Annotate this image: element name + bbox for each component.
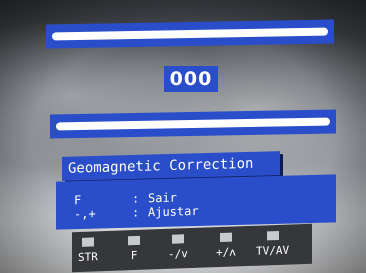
- str-button-icon: [81, 237, 94, 247]
- bottom-progress-bar: [50, 109, 336, 139]
- button-bar: STR F -/v +/ʌ TV/AV: [72, 223, 312, 273]
- minus-down-button-label: -/v: [168, 247, 188, 261]
- correction-value: 000: [164, 66, 218, 92]
- tv-av-button[interactable]: TV/AV: [256, 230, 290, 258]
- top-progress-bar: [46, 19, 334, 49]
- menu-title-text: Geomagnetic Correction: [68, 155, 254, 177]
- bottom-progress-fill: [56, 117, 330, 131]
- str-button[interactable]: STR: [78, 237, 98, 264]
- f-button-label: F: [130, 248, 138, 263]
- tv-av-button-label: TV/AV: [256, 243, 290, 258]
- info-separator: :: [132, 205, 140, 220]
- f-button[interactable]: F: [128, 235, 140, 263]
- info-key: F: [74, 193, 82, 208]
- info-row-adjust: -,+ : Ajustar: [74, 204, 199, 221]
- str-button-label: STR: [78, 250, 98, 264]
- tv-av-button-icon: [266, 230, 279, 241]
- info-action: Sair: [148, 190, 177, 206]
- top-progress-fill: [52, 27, 328, 41]
- plus-up-button-icon: [219, 232, 232, 243]
- info-panel: F : Sair -,+ : Ajustar: [56, 174, 336, 230]
- plus-up-button[interactable]: +/ʌ: [216, 232, 236, 259]
- minus-down-button-icon: [171, 234, 184, 244]
- minus-down-button[interactable]: -/v: [168, 234, 188, 261]
- f-button-icon: [128, 235, 140, 246]
- info-key: -,+: [74, 206, 96, 222]
- info-separator: :: [132, 191, 140, 206]
- info-action: Ajustar: [148, 203, 199, 220]
- plus-up-button-label: +/ʌ: [216, 245, 236, 260]
